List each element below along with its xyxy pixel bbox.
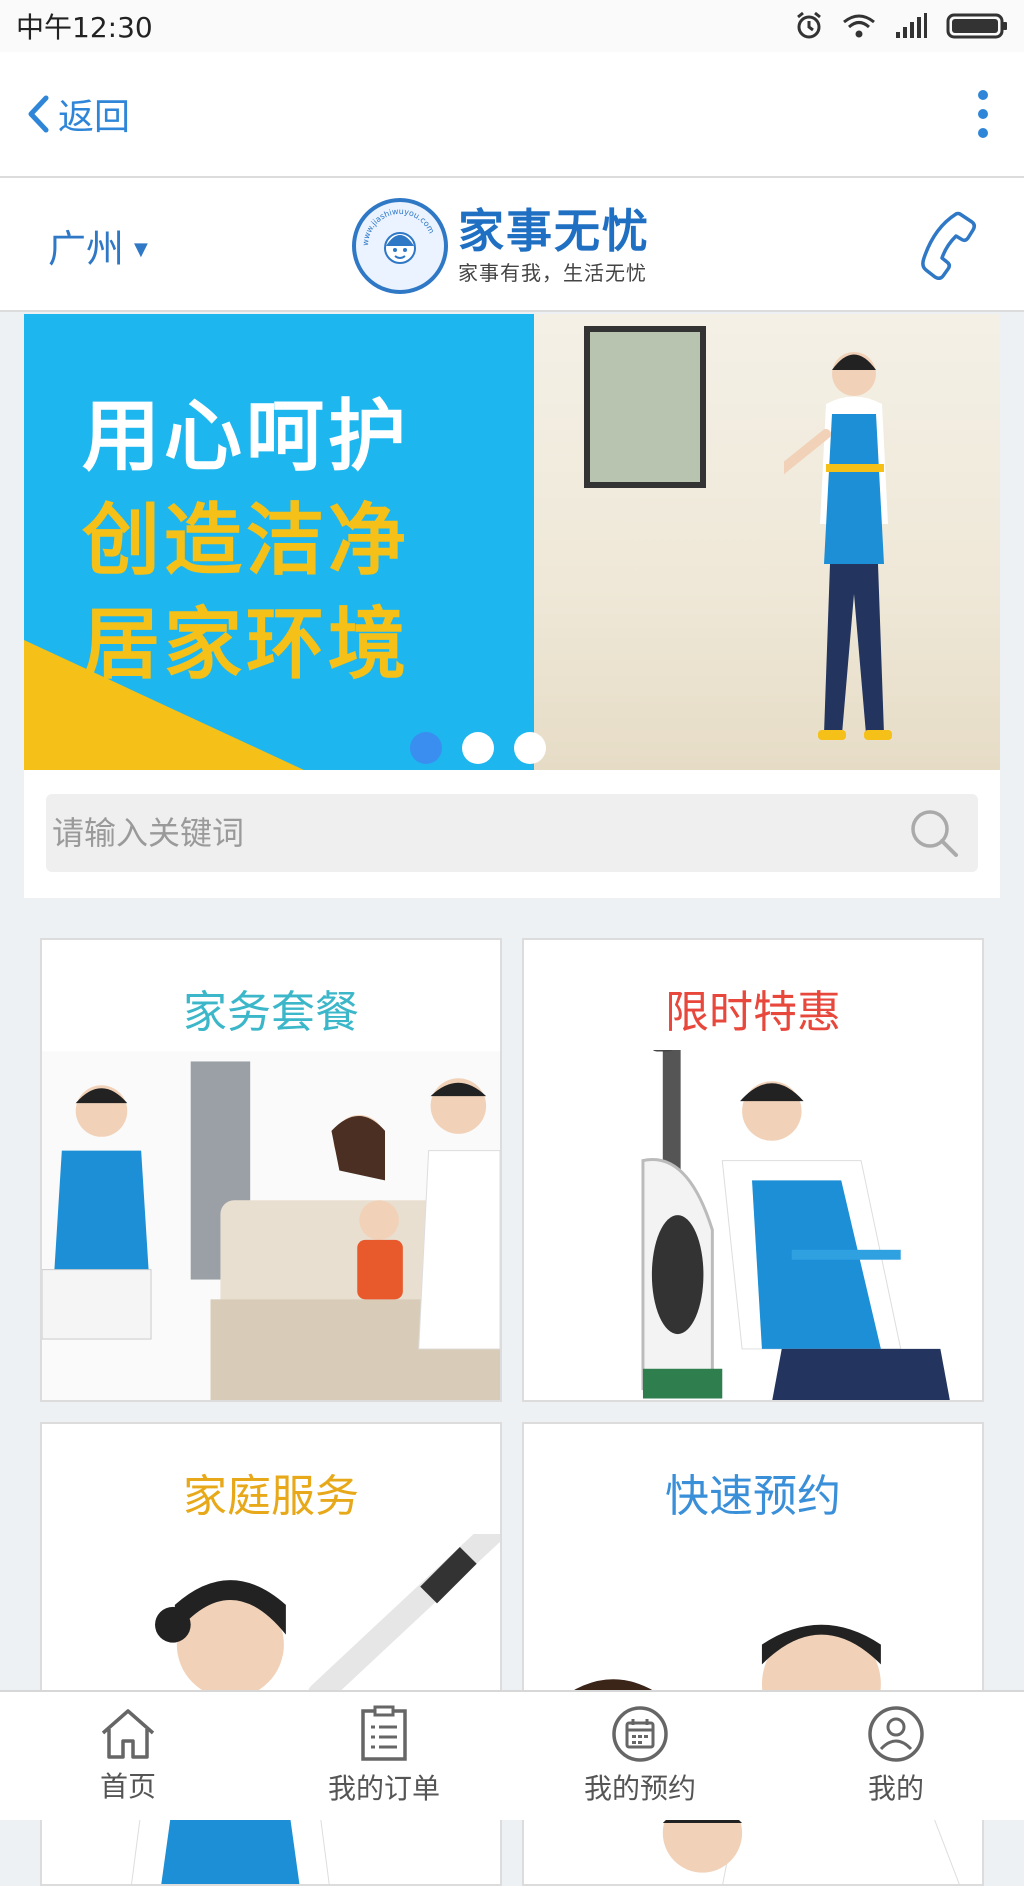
chevron-left-icon	[28, 95, 49, 133]
tab-label: 首页	[99, 1770, 156, 1803]
app-header: 广州 ▼ www.jiashiwuyou.com 家事无忧 家事有我，生活无忧	[0, 176, 1024, 312]
banner-line-3: 居家环境	[82, 600, 411, 690]
brand-logo: www.jiashiwuyou.com 家事无忧 家事有我，生活无忧	[352, 198, 650, 294]
banner-dot[interactable]	[410, 732, 442, 764]
search-input[interactable]	[50, 813, 814, 853]
alarm-icon	[797, 11, 821, 39]
content-card: 用心呵护 创造洁净 居家环境	[24, 314, 1000, 898]
logo-slogan: 家事有我，生活无忧	[458, 260, 647, 285]
tile-title: 家务套餐	[183, 987, 359, 1038]
tile-housework-package[interactable]: 家务套餐	[40, 938, 502, 1402]
city-selector[interactable]: 广州 ▼	[48, 218, 148, 273]
caret-down-icon: ▼	[134, 239, 148, 260]
city-label: 广州	[48, 227, 125, 271]
logo-badge: www.jiashiwuyou.com	[352, 198, 448, 294]
steam-mop-illustration	[524, 1050, 982, 1400]
more-dot-icon	[978, 128, 988, 138]
wall-picture-frame	[584, 326, 706, 488]
banner-dot[interactable]	[514, 732, 546, 764]
tab-me[interactable]: 我的	[768, 1692, 1024, 1820]
tab-label: 我的订单	[327, 1772, 440, 1805]
battery-icon	[946, 13, 1007, 39]
calendar-icon	[612, 1706, 668, 1762]
banner-photo	[534, 314, 1000, 770]
more-menu-button[interactable]	[968, 80, 998, 148]
logo-title: 家事无忧	[458, 204, 650, 259]
family-living-room-illustration	[42, 1051, 500, 1400]
tab-label: 我的	[867, 1772, 924, 1805]
bottom-tab-bar: 首页 我的订单 我的预约 我的	[0, 1690, 1024, 1820]
call-button[interactable]	[916, 208, 980, 284]
tab-my-appointments[interactable]: 我的预约	[512, 1692, 768, 1820]
banner-text-panel: 用心呵护 创造洁净 居家环境	[24, 314, 544, 770]
wifi-icon	[843, 14, 875, 38]
back-label: 返回	[58, 97, 131, 138]
banner-pagination	[410, 732, 546, 764]
banner-line-2: 创造洁净	[82, 496, 411, 586]
search-icon[interactable]	[908, 807, 960, 859]
order-list-icon	[361, 1705, 407, 1761]
status-bar: 中午12:30	[0, 0, 1024, 52]
tab-my-orders[interactable]: 我的订单	[256, 1692, 512, 1820]
more-dot-icon	[978, 90, 988, 100]
back-button[interactable]: 返回	[26, 88, 130, 140]
banner-dot[interactable]	[462, 732, 494, 764]
banner-line-1: 用心呵护	[82, 392, 411, 482]
logo-mascot-icon: www.jiashiwuyou.com	[361, 207, 436, 264]
cleaner-illustration	[784, 352, 892, 740]
tab-label: 我的预约	[583, 1772, 696, 1805]
tile-title: 家庭服务	[183, 1471, 359, 1522]
status-time: 中午12:30	[16, 11, 153, 44]
more-dot-icon	[978, 109, 988, 119]
logo-text: 家事无忧 家事有我，生活无忧	[458, 206, 650, 286]
user-icon	[868, 1706, 924, 1762]
tile-title: 限时特惠	[665, 987, 841, 1038]
search-bar	[46, 794, 978, 872]
navigation-bar: 返回	[0, 52, 1024, 176]
tile-limited-offer[interactable]: 限时特惠	[522, 938, 984, 1402]
phone-icon	[921, 211, 977, 281]
tab-home[interactable]: 首页	[0, 1692, 256, 1820]
promo-banner[interactable]: 用心呵护 创造洁净 居家环境	[24, 314, 1000, 770]
signal-icon	[896, 13, 927, 38]
status-icons	[794, 11, 1008, 41]
home-icon	[101, 1709, 155, 1759]
tile-title: 快速预约	[665, 1471, 841, 1522]
